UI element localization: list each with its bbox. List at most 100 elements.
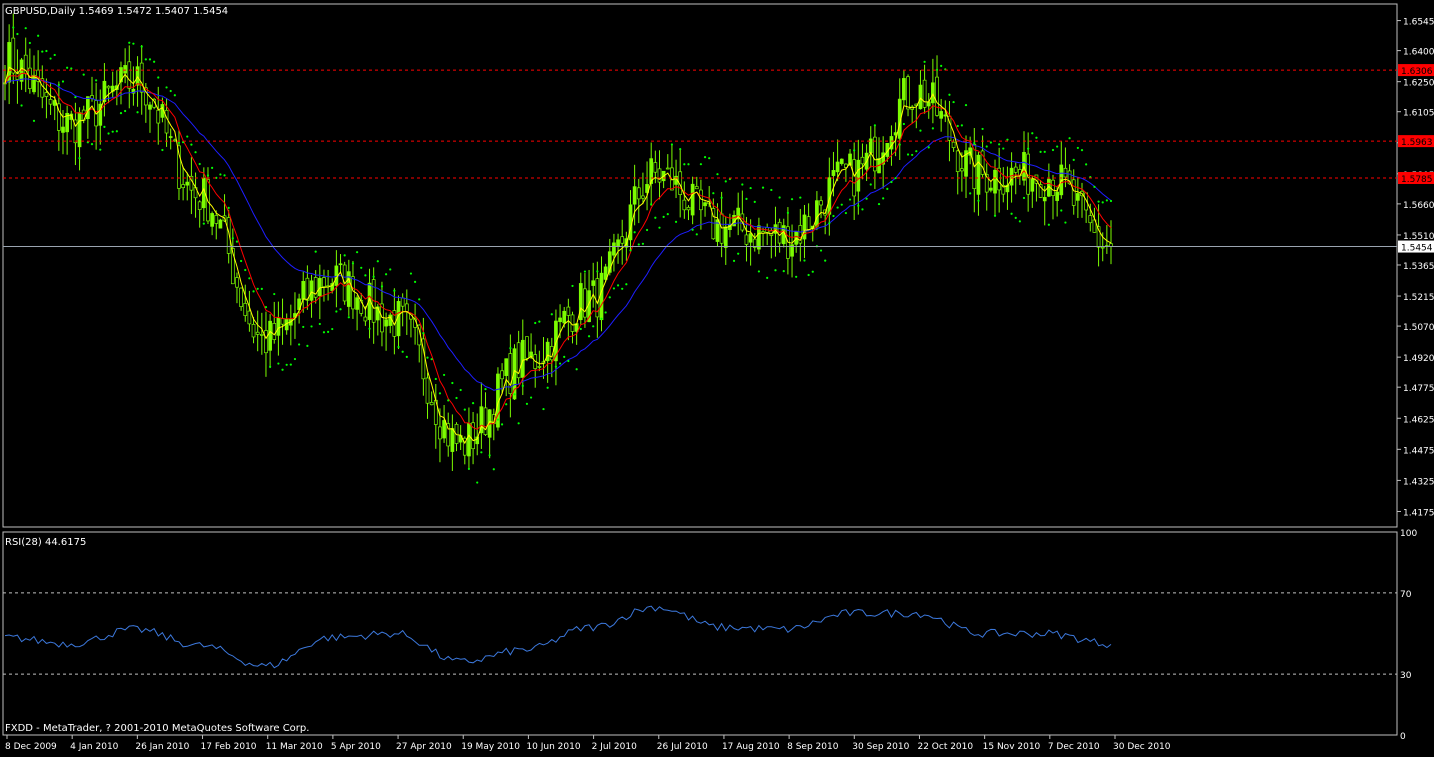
sar-dot bbox=[832, 214, 835, 218]
sar-dot bbox=[1002, 147, 1005, 150]
sar-dot bbox=[724, 180, 727, 183]
candle-body bbox=[960, 168, 964, 172]
candle-body bbox=[259, 334, 264, 336]
y-tick-label: 1.4775 bbox=[1403, 384, 1434, 394]
sar-dot bbox=[948, 93, 951, 96]
sar-dot bbox=[144, 58, 147, 61]
sar-dot bbox=[865, 197, 868, 200]
y-tick-label: 1.5365 bbox=[1403, 262, 1434, 272]
sar-dot bbox=[546, 386, 549, 389]
sar-dot bbox=[621, 287, 624, 290]
sar-dot bbox=[799, 196, 802, 199]
sar-dot bbox=[819, 249, 823, 252]
candle-body bbox=[690, 183, 695, 216]
candle-body bbox=[902, 78, 906, 101]
candle-body bbox=[856, 159, 861, 192]
sar-dot bbox=[836, 206, 839, 209]
sar-dot bbox=[447, 399, 450, 402]
x-tick-label: 8 Dec 2009 bbox=[5, 742, 57, 752]
candle-body bbox=[1013, 166, 1018, 173]
candle-body bbox=[28, 67, 32, 89]
candle-body bbox=[44, 92, 49, 97]
candle-body bbox=[599, 272, 604, 321]
y-tick-label: 1.4175 bbox=[1403, 508, 1434, 518]
candle-body bbox=[276, 317, 281, 336]
y-tick-label: 1.6400 bbox=[1403, 48, 1434, 58]
candle-body bbox=[562, 310, 567, 324]
sar-dot bbox=[567, 359, 570, 363]
sar-dot bbox=[1076, 146, 1079, 150]
sar-dot bbox=[1080, 149, 1084, 152]
candle-body bbox=[931, 82, 935, 104]
sar-dot bbox=[828, 222, 831, 225]
sar-dot bbox=[1039, 150, 1042, 154]
candle-body bbox=[703, 202, 707, 207]
candle-body bbox=[247, 310, 252, 325]
sar-dot bbox=[53, 53, 56, 57]
sar-dot bbox=[596, 270, 599, 273]
sar-dot bbox=[911, 153, 914, 157]
sar-dot bbox=[509, 346, 512, 350]
candle-body bbox=[641, 195, 645, 199]
candle-body bbox=[384, 319, 388, 327]
sar-dot bbox=[360, 266, 363, 269]
candle-body bbox=[748, 233, 753, 243]
candle-body bbox=[168, 136, 173, 138]
sar-dot bbox=[894, 177, 897, 180]
sar-dot bbox=[969, 192, 972, 195]
sar-dot bbox=[161, 148, 164, 152]
candle-body bbox=[906, 76, 910, 110]
candle-body bbox=[197, 201, 202, 210]
candle-body bbox=[583, 288, 587, 318]
sar-dot bbox=[397, 345, 400, 349]
candle-body bbox=[268, 320, 272, 351]
sar-dot bbox=[774, 269, 777, 272]
y-tick-label: 1.6105 bbox=[1403, 109, 1434, 119]
sar-dot bbox=[194, 151, 197, 154]
sar-dot bbox=[956, 124, 959, 128]
rsi-y-tick-label: 70 bbox=[1400, 590, 1412, 600]
x-tick-label: 30 Dec 2010 bbox=[1113, 742, 1171, 752]
sar-dot bbox=[264, 306, 268, 309]
sar-dot bbox=[484, 387, 487, 391]
candle-body bbox=[558, 317, 562, 323]
sar-dot bbox=[558, 362, 562, 365]
sar-dot bbox=[521, 384, 524, 387]
sar-dot bbox=[931, 127, 934, 130]
sar-dot bbox=[940, 64, 943, 67]
sar-dot bbox=[347, 316, 350, 319]
sar-dot bbox=[1018, 220, 1021, 223]
sar-dot bbox=[575, 368, 578, 371]
candle-body bbox=[483, 407, 488, 436]
sar-dot bbox=[480, 451, 483, 454]
candle-body bbox=[322, 277, 326, 288]
sar-dot bbox=[1109, 199, 1113, 203]
sar-dot bbox=[861, 208, 864, 211]
sar-dot bbox=[198, 162, 201, 166]
x-tick-label: 27 Apr 2010 bbox=[396, 742, 452, 752]
x-tick-label: 4 Jan 2010 bbox=[70, 742, 118, 752]
level-tag-label: 1.5785 bbox=[1401, 175, 1433, 185]
sar-dot bbox=[741, 183, 744, 186]
candle-body bbox=[744, 234, 749, 245]
candle-body bbox=[1100, 246, 1105, 249]
sar-dot bbox=[795, 275, 798, 278]
sar-dot bbox=[848, 198, 852, 201]
sar-dot bbox=[372, 275, 375, 278]
sar-dot bbox=[331, 327, 334, 331]
sar-dot bbox=[467, 467, 471, 470]
candle-body bbox=[520, 339, 525, 378]
sar-dot bbox=[492, 468, 495, 471]
sar-dot bbox=[177, 141, 181, 144]
sar-dot bbox=[455, 396, 458, 400]
sar-dot bbox=[786, 211, 789, 214]
candle-body bbox=[935, 76, 939, 116]
candle-body bbox=[831, 170, 836, 176]
sar-dot bbox=[66, 66, 69, 69]
sar-dot bbox=[935, 68, 939, 71]
sar-dot bbox=[625, 283, 628, 286]
candle-body bbox=[239, 287, 243, 307]
rsi-header: RSI(28) 44.6175 bbox=[5, 537, 86, 548]
sar-dot bbox=[256, 287, 259, 290]
sar-dot bbox=[285, 363, 288, 366]
